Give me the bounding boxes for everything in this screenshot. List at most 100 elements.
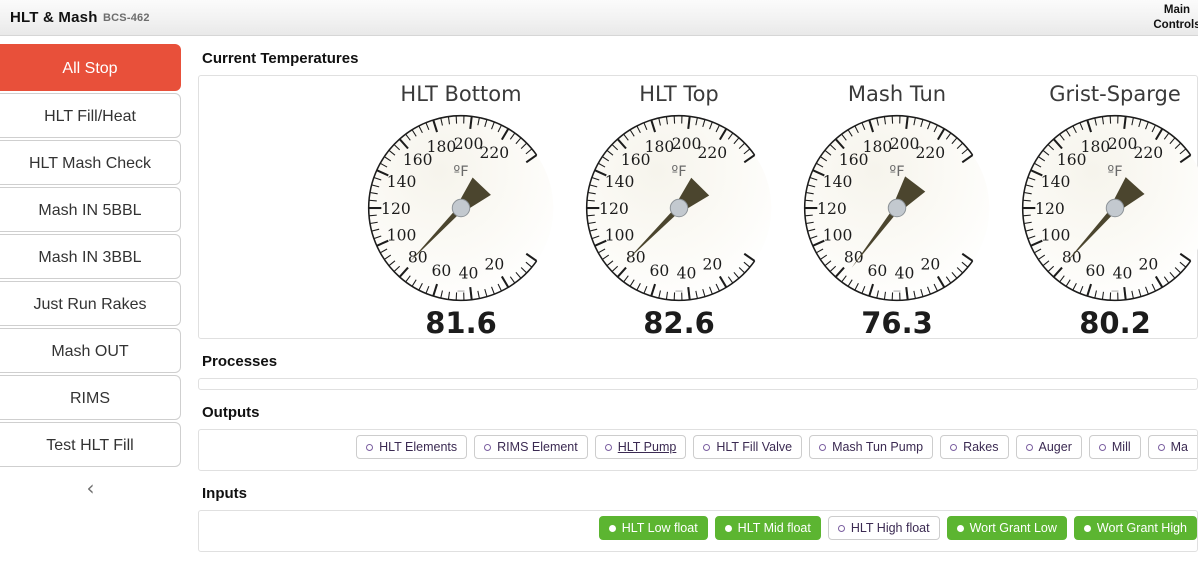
gauge-value: 82.6 bbox=[643, 306, 715, 340]
sidebar: All Stop HLT Fill/Heat HLT Mash Check Mash … bbox=[0, 44, 181, 507]
led-off-icon bbox=[1098, 443, 1106, 451]
gauge-unit-label: ºF bbox=[1107, 163, 1122, 180]
chevron-left-icon: ‹ bbox=[86, 476, 95, 500]
badge-label: HLT Pump bbox=[617, 440, 677, 454]
svg-text:100: 100 bbox=[387, 227, 417, 245]
svg-text:80: 80 bbox=[844, 248, 864, 266]
sidebar-button-list: All Stop HLT Fill/Heat HLT Mash Check Mash … bbox=[0, 44, 181, 467]
gauge-value: 80.2 bbox=[1079, 306, 1151, 340]
led-off-icon bbox=[1157, 443, 1165, 451]
badge-label: Mash Tun Pump bbox=[832, 440, 924, 454]
sidebar-item-mash-in-3bbl[interactable]: Mash IN 3BBL bbox=[0, 234, 181, 279]
badge-label: Auger bbox=[1038, 440, 1072, 454]
badge-label: Wort Grant High bbox=[1096, 521, 1187, 535]
page-title: HLT & Mash bbox=[10, 9, 98, 26]
led-off-icon bbox=[950, 443, 958, 451]
gauge-title: Grist-Sparge bbox=[1049, 82, 1181, 106]
led-on-icon bbox=[956, 524, 964, 532]
badge-label: HLT Elements bbox=[379, 440, 458, 454]
svg-text:140: 140 bbox=[823, 173, 853, 191]
toggle-badge[interactable]: Wort Grant Low bbox=[946, 516, 1067, 540]
badge-label: HLT Mid float bbox=[737, 521, 811, 535]
inputs-badge-row: HLT Low float HLT Mid float HLT High float… bbox=[592, 516, 1197, 540]
svg-text:–: – bbox=[675, 284, 683, 298]
toggle-badge[interactable]: Rakes bbox=[940, 435, 1009, 459]
svg-text:20: 20 bbox=[1138, 256, 1158, 274]
toggle-badge[interactable]: HLT Mid float bbox=[714, 516, 821, 540]
svg-text:–: – bbox=[1111, 284, 1119, 298]
sidebar-item-test-hlt-fill[interactable]: Test HLT Fill bbox=[0, 422, 181, 467]
gauge-value: 76.3 bbox=[861, 306, 933, 340]
main-content: Current Temperatures HLT Bottom 20 40 60 80 1… bbox=[198, 36, 1198, 564]
toggle-badge[interactable]: Mill bbox=[1088, 435, 1141, 459]
led-off-icon bbox=[604, 443, 612, 451]
svg-text:80: 80 bbox=[408, 248, 428, 266]
toggle-badge[interactable]: Ma bbox=[1147, 435, 1197, 459]
svg-text:40: 40 bbox=[677, 265, 697, 283]
gauge-row: HLT Bottom 20 40 60 80 100 120 140 160 180 200 220 º… bbox=[199, 76, 1198, 340]
svg-text:120: 120 bbox=[599, 200, 629, 218]
svg-text:60: 60 bbox=[650, 262, 670, 280]
gauge-cell: HLT Top 20 40 60 80 100 120 140 160 180 200 220 ºF –8… bbox=[571, 76, 787, 340]
toggle-badge[interactable]: HLT Low float bbox=[598, 516, 708, 540]
device-model-label: BCS-462 bbox=[103, 12, 150, 24]
svg-text:220: 220 bbox=[698, 144, 728, 162]
sidebar-item-just-run-rakes[interactable]: Just Run Rakes bbox=[0, 281, 181, 326]
app-header: HLT & Mash BCS-462 Main Controls bbox=[0, 0, 1198, 36]
sidebar-item-hlt-fill-heat[interactable]: HLT Fill/Heat bbox=[0, 93, 181, 138]
badge-label: Mill bbox=[1111, 440, 1131, 454]
svg-text:180: 180 bbox=[645, 138, 675, 156]
gauge-title: HLT Bottom bbox=[400, 82, 522, 106]
gauge-cell: HLT Bottom 20 40 60 80 100 120 140 160 180 200 220 º… bbox=[353, 76, 569, 340]
svg-text:–: – bbox=[893, 284, 901, 298]
toggle-badge[interactable]: RIMS Element bbox=[474, 435, 588, 459]
sidebar-collapse-button[interactable]: ‹ bbox=[0, 469, 181, 507]
sidebar-item-mash-in-5bbl[interactable]: Mash IN 5BBL bbox=[0, 187, 181, 232]
svg-text:80: 80 bbox=[1062, 248, 1082, 266]
gauge-dial: 20406080100120140160180200220ºF– bbox=[585, 114, 772, 302]
toggle-badge[interactable]: Auger bbox=[1015, 435, 1082, 459]
led-off-icon bbox=[819, 443, 827, 451]
main-controls-label[interactable]: Main Controls bbox=[1142, 3, 1198, 33]
gauge-cell: Mash Tun 20 40 60 80 100 120 140 160 180 200 220 ºF –… bbox=[789, 76, 1005, 340]
led-off-icon bbox=[366, 443, 374, 451]
sidebar-item-mash-out[interactable]: Mash OUT bbox=[0, 328, 181, 373]
led-on-icon bbox=[608, 524, 616, 532]
sidebar-item-rims[interactable]: RIMS bbox=[0, 375, 181, 420]
outputs-panel: HLT Elements RIMS Element HLT Pump HLT Fill… bbox=[198, 429, 1198, 471]
led-off-icon bbox=[837, 524, 845, 532]
svg-text:20: 20 bbox=[920, 256, 940, 274]
section-title-inputs: Inputs bbox=[202, 485, 247, 502]
svg-text:40: 40 bbox=[459, 265, 479, 283]
toggle-badge[interactable]: HLT Elements bbox=[356, 435, 468, 459]
svg-text:100: 100 bbox=[605, 227, 635, 245]
svg-text:20: 20 bbox=[702, 256, 722, 274]
processes-panel bbox=[198, 378, 1198, 390]
inputs-panel: HLT Low float HLT Mid float HLT High float… bbox=[198, 510, 1198, 552]
led-off-icon bbox=[484, 443, 492, 451]
svg-text:60: 60 bbox=[1086, 262, 1106, 280]
svg-text:220: 220 bbox=[480, 144, 510, 162]
section-title-outputs: Outputs bbox=[202, 404, 260, 421]
badge-label: Rakes bbox=[963, 440, 999, 454]
svg-text:120: 120 bbox=[1035, 200, 1065, 218]
gauge-dial: 20406080100120140160180200220ºF– bbox=[367, 114, 554, 302]
gauge-dial: 20406080100120140160180200220ºF– bbox=[803, 114, 990, 302]
toggle-badge[interactable]: Mash Tun Pump bbox=[809, 435, 934, 459]
outputs-badge-row: HLT Elements RIMS Element HLT Pump HLT Fill… bbox=[349, 435, 1197, 459]
gauge-cell: Grist-Sparge 20 40 60 80 100 120 140 160 180 200 22… bbox=[1007, 76, 1198, 340]
sidebar-item-all-stop[interactable]: All Stop bbox=[0, 44, 181, 91]
svg-text:180: 180 bbox=[863, 138, 893, 156]
badge-label: RIMS Element bbox=[497, 440, 578, 454]
svg-text:40: 40 bbox=[895, 265, 915, 283]
sidebar-item-hlt-mash-check[interactable]: HLT Mash Check bbox=[0, 140, 181, 185]
toggle-badge[interactable]: HLT Pump bbox=[594, 435, 687, 459]
svg-text:180: 180 bbox=[1081, 138, 1111, 156]
svg-text:120: 120 bbox=[381, 200, 411, 218]
section-title-processes: Processes bbox=[202, 353, 278, 370]
toggle-badge[interactable]: Wort Grant High bbox=[1073, 516, 1197, 540]
toggle-badge[interactable]: HLT Fill Valve bbox=[693, 435, 803, 459]
section-title-temperatures: Current Temperatures bbox=[202, 50, 359, 67]
toggle-badge[interactable]: HLT High float bbox=[827, 516, 940, 540]
svg-text:60: 60 bbox=[868, 262, 888, 280]
